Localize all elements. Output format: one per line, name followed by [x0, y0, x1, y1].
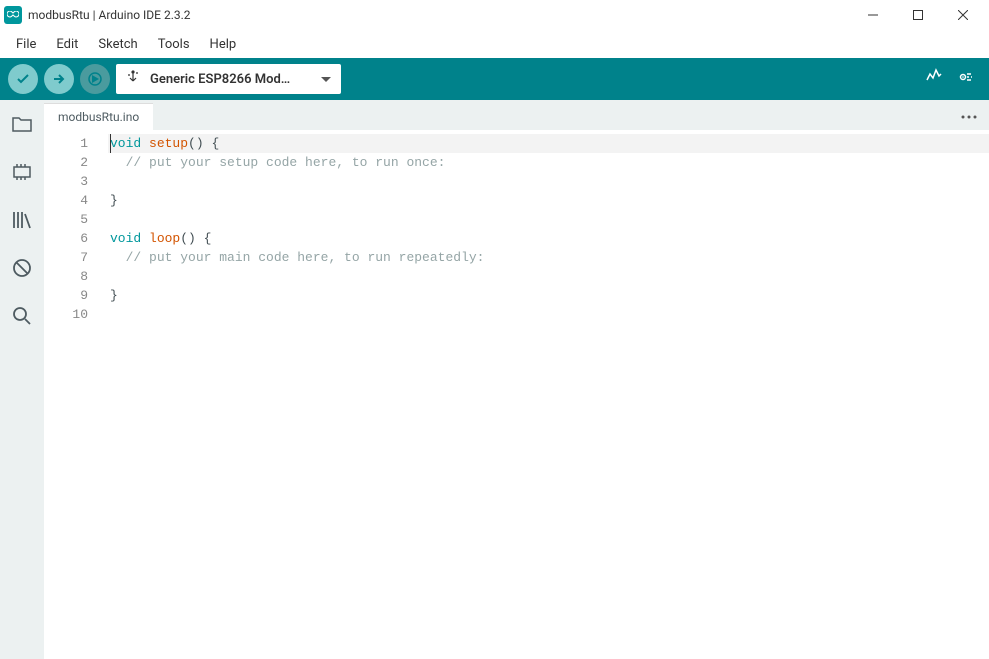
titlebar: modbusRtu | Arduino IDE 2.3.2 — [0, 0, 989, 30]
chevron-down-icon — [321, 72, 331, 87]
sketchbook-icon[interactable] — [10, 112, 34, 136]
tab-bar: modbusRtu.ino — [44, 100, 989, 130]
menu-file[interactable]: File — [8, 34, 44, 55]
menu-edit[interactable]: Edit — [48, 34, 86, 55]
sidebar — [0, 100, 44, 659]
editor-area: modbusRtu.ino 12345678910 void setup() {… — [44, 100, 989, 659]
menubar: File Edit Sketch Tools Help — [0, 30, 989, 58]
close-button[interactable] — [940, 0, 985, 30]
maximize-button[interactable] — [895, 0, 940, 30]
upload-button[interactable] — [44, 64, 74, 94]
main-area: modbusRtu.ino 12345678910 void setup() {… — [0, 100, 989, 659]
code-editor[interactable]: 12345678910 void setup() { // put your s… — [44, 130, 989, 659]
app-icon — [4, 6, 22, 24]
minimize-button[interactable] — [850, 0, 895, 30]
debug-icon[interactable] — [10, 256, 34, 280]
verify-button[interactable] — [8, 64, 38, 94]
search-icon[interactable] — [10, 304, 34, 328]
line-gutter: 12345678910 — [44, 130, 108, 659]
window-controls — [850, 0, 985, 30]
menu-help[interactable]: Help — [202, 34, 245, 55]
code-content[interactable]: void setup() { // put your setup code he… — [108, 130, 989, 659]
board-selector[interactable]: Generic ESP8266 Mod… — [116, 64, 341, 94]
serial-monitor-icon[interactable] — [957, 68, 975, 90]
usb-icon — [126, 70, 140, 88]
debug-button[interactable] — [80, 64, 110, 94]
serial-plotter-icon[interactable] — [925, 68, 943, 90]
tab-active[interactable]: modbusRtu.ino — [44, 103, 153, 130]
menu-tools[interactable]: Tools — [150, 34, 198, 55]
window-title: modbusRtu | Arduino IDE 2.3.2 — [28, 8, 850, 22]
text-cursor — [110, 134, 111, 153]
menu-sketch[interactable]: Sketch — [90, 34, 145, 55]
library-manager-icon[interactable] — [10, 208, 34, 232]
boards-manager-icon[interactable] — [10, 160, 34, 184]
toolbar: Generic ESP8266 Mod… — [0, 58, 989, 100]
tab-overflow-button[interactable] — [949, 108, 989, 123]
board-name: Generic ESP8266 Mod… — [150, 72, 311, 87]
